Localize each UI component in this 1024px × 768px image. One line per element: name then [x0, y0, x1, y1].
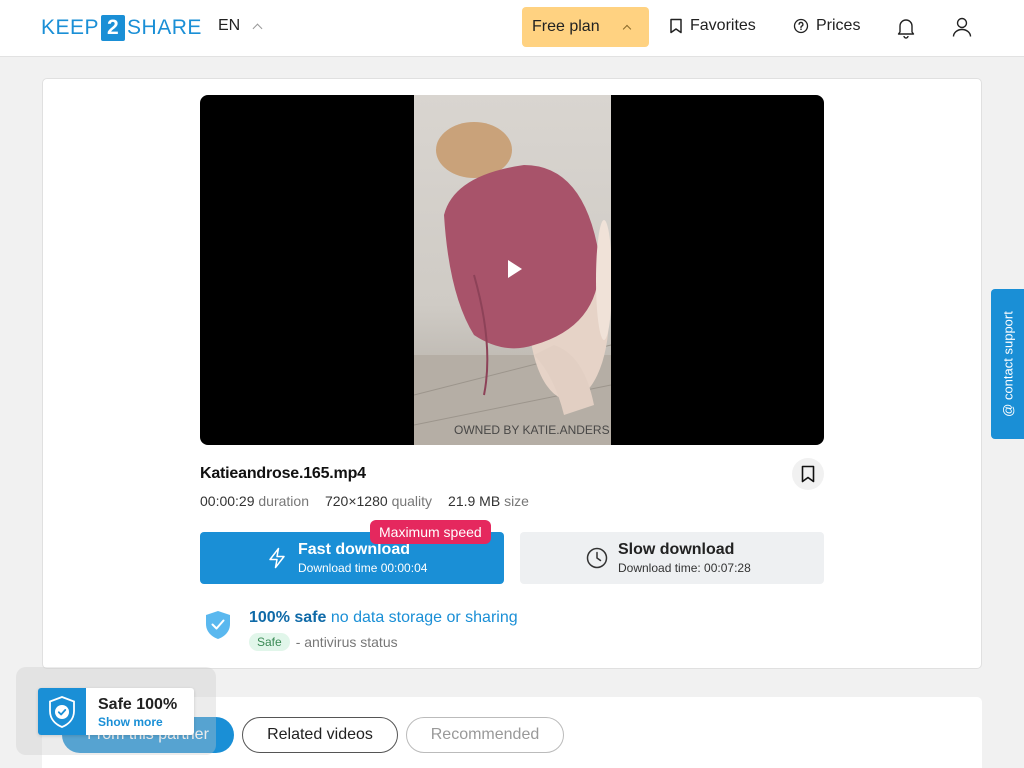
play-icon[interactable] — [508, 260, 522, 278]
lightning-icon — [269, 547, 285, 569]
fast-download-time: Download time 00:00:04 — [298, 561, 428, 575]
duration-value: 00:00:29 — [200, 493, 255, 509]
file-card: OWNED BY KATIE.ANDERS Katieandrose.165.m… — [42, 78, 982, 669]
add-to-favorites-button[interactable] — [792, 458, 824, 490]
maximum-speed-badge: Maximum speed — [370, 520, 491, 544]
safe-widget-shield — [38, 688, 86, 735]
tab-related-videos[interactable]: Related videos — [242, 717, 398, 753]
language-selector[interactable]: EN — [218, 17, 263, 35]
contact-support-tab[interactable]: @ contact support — [991, 289, 1024, 439]
slow-download-time: Download time: 00:07:28 — [618, 561, 751, 575]
antivirus-status-text: - antivirus status — [295, 634, 398, 650]
contact-support-label: @ contact support — [1000, 311, 1015, 417]
chevron-up-icon — [622, 24, 632, 34]
show-more-link[interactable]: Show more — [98, 715, 163, 729]
safe-pill: Safe — [249, 633, 290, 651]
favorites-label: Favorites — [690, 17, 756, 34]
account-button[interactable] — [950, 15, 974, 39]
shield-check-icon — [49, 695, 75, 728]
quality-info: 720×1280 quality — [325, 493, 432, 509]
prices-link[interactable]: Prices — [793, 17, 860, 35]
safe-strong-text: 100% safe — [249, 609, 327, 626]
quality-label: quality — [391, 493, 433, 509]
user-icon — [952, 17, 972, 37]
shield-check-icon — [206, 611, 230, 639]
duration-info: 00:00:29 duration — [200, 493, 309, 509]
safe-light-text: no data storage or sharing — [330, 609, 518, 626]
video-player[interactable]: OWNED BY KATIE.ANDERS — [200, 95, 824, 445]
bookmark-icon — [670, 18, 682, 34]
video-thumbnail: OWNED BY KATIE.ANDERS — [414, 95, 611, 445]
plan-label: Free plan — [532, 18, 600, 35]
duration-label: duration — [258, 493, 309, 509]
chevron-up-icon — [252, 23, 263, 33]
language-label: EN — [218, 17, 241, 34]
logo-text-right: SHARE — [127, 16, 202, 39]
question-circle-icon — [793, 18, 809, 34]
video-watermark: OWNED BY KATIE.ANDERS — [454, 423, 610, 437]
file-meta: 00:00:29 duration 720×1280 quality 21.9 … — [200, 493, 529, 509]
size-info: 21.9 MB size — [448, 493, 529, 509]
keep2share-logo[interactable]: KEEP 2 SHARE — [41, 15, 202, 41]
safe-100-widget[interactable]: Safe 100% Show more — [38, 688, 194, 735]
plan-dropdown-button[interactable]: Free plan — [522, 7, 649, 47]
notifications-button[interactable] — [894, 15, 918, 39]
antivirus-status: Safe - antivirus status — [249, 633, 398, 651]
size-label: size — [504, 493, 529, 509]
slow-download-button[interactable]: Slow download Download time: 00:07:28 — [520, 532, 824, 584]
logo-digit: 2 — [101, 15, 126, 41]
favorites-link[interactable]: Favorites — [669, 17, 756, 35]
bell-icon — [897, 19, 915, 39]
logo-text-left: KEEP — [41, 16, 100, 39]
safe-widget-title: Safe 100% — [98, 696, 178, 713]
prices-label: Prices — [816, 17, 861, 34]
safe-statement: 100% safe no data storage or sharing — [249, 609, 518, 627]
slow-download-title: Slow download — [618, 541, 735, 558]
bookmark-icon — [801, 465, 815, 483]
top-header: KEEP 2 SHARE EN Free plan Favorites Pric… — [0, 0, 1024, 57]
tab-recommended[interactable]: Recommended — [406, 717, 564, 753]
size-value: 21.9 MB — [448, 493, 501, 509]
quality-value: 720×1280 — [324, 493, 388, 509]
clock-icon — [586, 547, 608, 569]
file-name: Katieandrose.165.mp4 — [200, 465, 366, 482]
